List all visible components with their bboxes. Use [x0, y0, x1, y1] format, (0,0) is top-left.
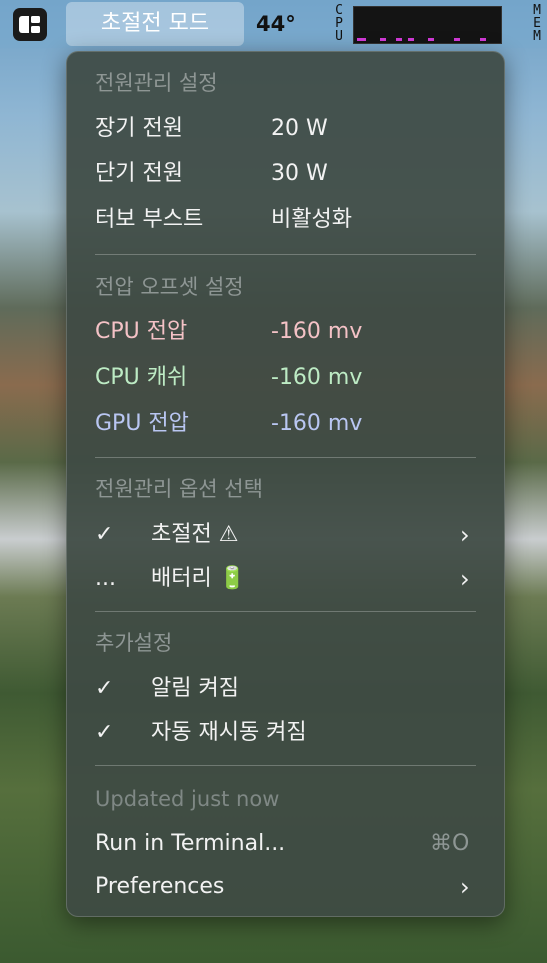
chevron-right-icon: › [460, 873, 470, 901]
section-header-power: 전원관리 설정 [95, 71, 218, 95]
power-menu: 전원관리 설정 장기 전원 20 W 단기 전원 30 W 터보 부스트 비활성… [66, 51, 505, 917]
chevron-right-icon: › [460, 565, 470, 593]
update-status: Updated just now [95, 787, 280, 811]
section-header-voltage: 전압 오프셋 설정 [95, 275, 244, 299]
separator [95, 611, 476, 612]
cpu-voltage-value: -160 mv [271, 319, 363, 344]
chevron-right-icon: › [460, 521, 470, 549]
section-header-extra: 추가설정 [95, 631, 173, 655]
auto-restart-label: 자동 재시동 켜짐 [151, 720, 307, 745]
separator [95, 254, 476, 255]
cpu-cache-value: -160 mv [271, 365, 363, 390]
cpu-voltage-label: CPU 전압 [95, 319, 188, 344]
battery-label: 배터리 🔋 [151, 566, 247, 591]
turbo-boost-value: 비활성화 [271, 207, 352, 232]
checkmark-icon: ✓ [95, 522, 114, 547]
run-in-terminal-label: Run in Terminal... [95, 831, 286, 856]
checkmark-icon: ✓ [95, 676, 114, 701]
ellipsis-icon: ... [95, 566, 116, 591]
menu-bar: 초절전 모드 44° CPU MEM [0, 0, 547, 48]
cpu-cache-label: CPU 캐쉬 [95, 365, 188, 390]
shortcut-label: ⌘O [430, 831, 470, 856]
preferences-label: Preferences [95, 874, 225, 899]
eco-mode-label: 초절전 ⚠ [151, 522, 239, 547]
separator [95, 765, 476, 766]
power-mode-button[interactable]: 초절전 모드 [66, 2, 244, 46]
cpu-label: CPU [335, 3, 343, 44]
app-logo-icon[interactable] [13, 8, 47, 41]
long-power-value: 20 W [271, 116, 328, 141]
temperature-readout: 44° [256, 12, 296, 36]
gpu-voltage-value: -160 mv [271, 411, 363, 436]
separator [95, 457, 476, 458]
turbo-boost-label: 터보 부스트 [95, 207, 204, 232]
long-power-label: 장기 전원 [95, 116, 183, 141]
section-header-options: 전원관리 옵션 선택 [95, 477, 263, 501]
short-power-value: 30 W [271, 161, 328, 186]
notifications-label: 알림 켜짐 [151, 676, 239, 701]
short-power-label: 단기 전원 [95, 161, 183, 186]
gpu-voltage-label: GPU 전압 [95, 411, 189, 436]
mem-label: MEM [533, 3, 541, 44]
checkmark-icon: ✓ [95, 720, 114, 745]
cpu-usage-graph[interactable] [353, 6, 502, 44]
